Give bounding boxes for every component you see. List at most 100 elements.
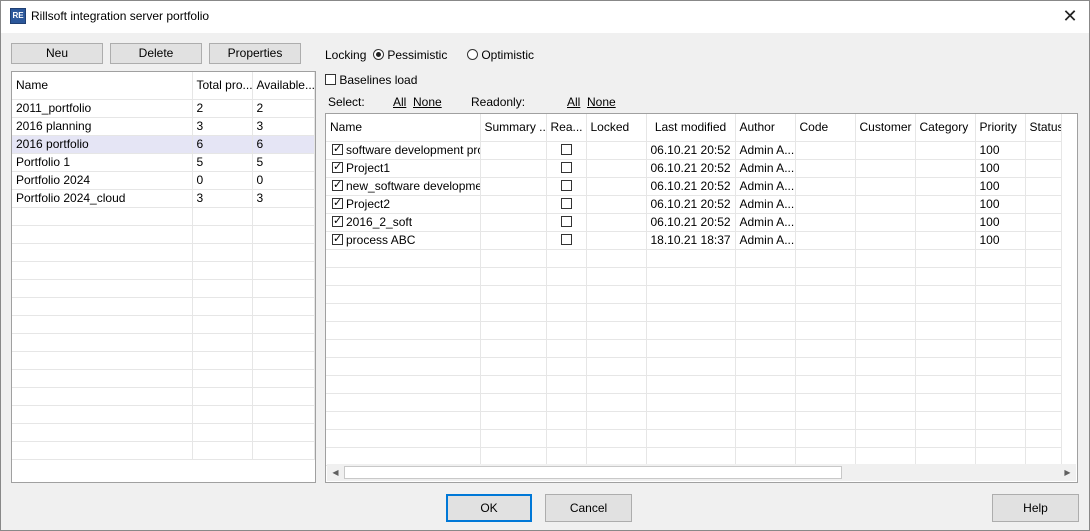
include-checkbox[interactable]: [332, 142, 343, 156]
table-row[interactable]: Portfolio 2024 0 0: [12, 171, 315, 190]
column-header-status[interactable]: Status: [1025, 114, 1062, 142]
table-cell-name: [12, 351, 193, 370]
readonly-all-link[interactable]: All: [567, 95, 580, 109]
table-row[interactable]: Portfolio 155: [12, 153, 315, 172]
table-cell: [795, 159, 856, 178]
table-cell-name: [12, 297, 193, 316]
readonly-checkbox[interactable]: [560, 198, 572, 209]
radio-unselected-icon[interactable]: [467, 49, 478, 60]
cancel-button[interactable]: Cancel: [545, 494, 632, 522]
table-cell: [326, 339, 481, 358]
column-header-name[interactable]: Name: [326, 114, 481, 142]
select-none-link[interactable]: None: [413, 95, 442, 109]
new-button[interactable]: Neu: [11, 43, 103, 64]
table-row[interactable]: [12, 261, 315, 280]
horizontal-scrollbar[interactable]: ◀ ▶: [327, 464, 1076, 481]
table-cell: [795, 231, 856, 250]
optimistic-radio[interactable]: Optimistic: [467, 48, 534, 62]
help-button[interactable]: Help: [992, 494, 1079, 522]
table-row[interactable]: Portfolio 2024_cloud 3 3: [12, 189, 315, 208]
close-icon[interactable]: ✕: [1059, 5, 1081, 27]
table-row[interactable]: Project2 06.10.21 20:52Admin A... 100: [326, 195, 1062, 214]
table-row[interactable]: [326, 267, 1062, 286]
column-header-locked[interactable]: Locked: [586, 114, 647, 142]
readonly-none-link[interactable]: None: [587, 95, 616, 109]
table-row[interactable]: [12, 207, 315, 226]
readonly-checkbox[interactable]: [560, 144, 572, 155]
readonly-checkbox[interactable]: [560, 162, 572, 173]
table-row[interactable]: 2011_portfolio 2 2: [12, 99, 315, 118]
table-row[interactable]: software development process 06.10.21 20:…: [326, 141, 1062, 160]
table-cell-name: Portfolio 2024: [12, 171, 193, 190]
ok-button[interactable]: OK: [446, 494, 532, 522]
table-row[interactable]: Project1 06.10.21 20:52Admin A... 100: [326, 159, 1062, 178]
include-checkbox[interactable]: [332, 178, 343, 192]
author-cell: Admin A...: [735, 141, 796, 160]
table-row[interactable]: [12, 441, 315, 460]
column-header-summary[interactable]: Summary ...: [480, 114, 547, 142]
priority-cell: 100: [975, 231, 1026, 250]
table-row[interactable]: [326, 375, 1062, 394]
table-row[interactable]: [326, 357, 1062, 376]
table-cell: [586, 177, 647, 196]
table-row[interactable]: [12, 243, 315, 262]
column-header-author[interactable]: Author: [735, 114, 796, 142]
column-header-name[interactable]: Name: [12, 72, 193, 100]
table-cell-total: [192, 369, 253, 388]
table-row[interactable]: new_software development process 06.10.21…: [326, 177, 1062, 196]
table-row[interactable]: [326, 321, 1062, 340]
baselines-checkbox[interactable]: Baselines load: [325, 73, 417, 87]
radio-selected-icon[interactable]: [373, 49, 384, 60]
column-header-available[interactable]: Available...: [252, 72, 315, 100]
table-row[interactable]: 2016 portfolio 6 6: [12, 135, 315, 154]
scroll-right-icon[interactable]: ▶: [1059, 464, 1076, 481]
scrollbar-thumb[interactable]: [344, 466, 842, 479]
table-row[interactable]: [326, 339, 1062, 358]
pessimistic-radio[interactable]: Pessimistic: [373, 48, 447, 62]
table-row[interactable]: [326, 303, 1062, 322]
delete-button[interactable]: Delete: [110, 43, 202, 64]
table-cell: [795, 321, 856, 340]
table-row[interactable]: [326, 411, 1062, 430]
table-row[interactable]: [12, 315, 315, 334]
table-row[interactable]: [12, 405, 315, 424]
properties-button[interactable]: Properties: [209, 43, 301, 64]
column-header-category[interactable]: Category: [915, 114, 976, 142]
table-row[interactable]: [12, 225, 315, 244]
table-row[interactable]: [12, 423, 315, 442]
table-row[interactable]: 2016_2_soft 06.10.21 20:52Admin A... 100: [326, 213, 1062, 232]
table-row[interactable]: 2016 planning 3 3: [12, 117, 315, 136]
select-all-link[interactable]: All: [393, 95, 406, 109]
include-checkbox[interactable]: [332, 196, 343, 210]
table-row[interactable]: [12, 387, 315, 406]
table-row[interactable]: [12, 333, 315, 352]
table-row[interactable]: [12, 279, 315, 298]
table-row[interactable]: [326, 249, 1062, 268]
table-cell: [855, 429, 916, 448]
checkbox-icon[interactable]: [325, 74, 336, 85]
table-row[interactable]: [12, 369, 315, 388]
column-header-last-modified[interactable]: Last modified: [646, 114, 736, 142]
table-cell-available: 3: [252, 117, 315, 136]
table-row[interactable]: [326, 447, 1062, 466]
scroll-left-icon[interactable]: ◀: [327, 464, 344, 481]
column-header-readonly[interactable]: Rea...: [546, 114, 587, 142]
readonly-checkbox[interactable]: [560, 216, 572, 227]
table-row[interactable]: [12, 351, 315, 370]
include-checkbox[interactable]: [332, 232, 343, 246]
table-row[interactable]: [326, 393, 1062, 412]
column-header-customer[interactable]: Customer: [855, 114, 916, 142]
column-header-priority[interactable]: Priority: [975, 114, 1026, 142]
table-row[interactable]: process ABC 18.10.21 18:37Admin A... 100: [326, 231, 1062, 250]
table-cell-name: Portfolio 1: [12, 153, 193, 172]
table-cell: [855, 285, 916, 304]
table-row[interactable]: [326, 285, 1062, 304]
include-checkbox[interactable]: [332, 214, 343, 228]
column-header-total[interactable]: Total pro...: [192, 72, 253, 100]
column-header-code[interactable]: Code: [795, 114, 856, 142]
table-row[interactable]: [12, 297, 315, 316]
include-checkbox[interactable]: [332, 160, 343, 174]
readonly-checkbox[interactable]: [560, 234, 572, 245]
readonly-checkbox[interactable]: [560, 180, 572, 191]
table-row[interactable]: [326, 429, 1062, 448]
